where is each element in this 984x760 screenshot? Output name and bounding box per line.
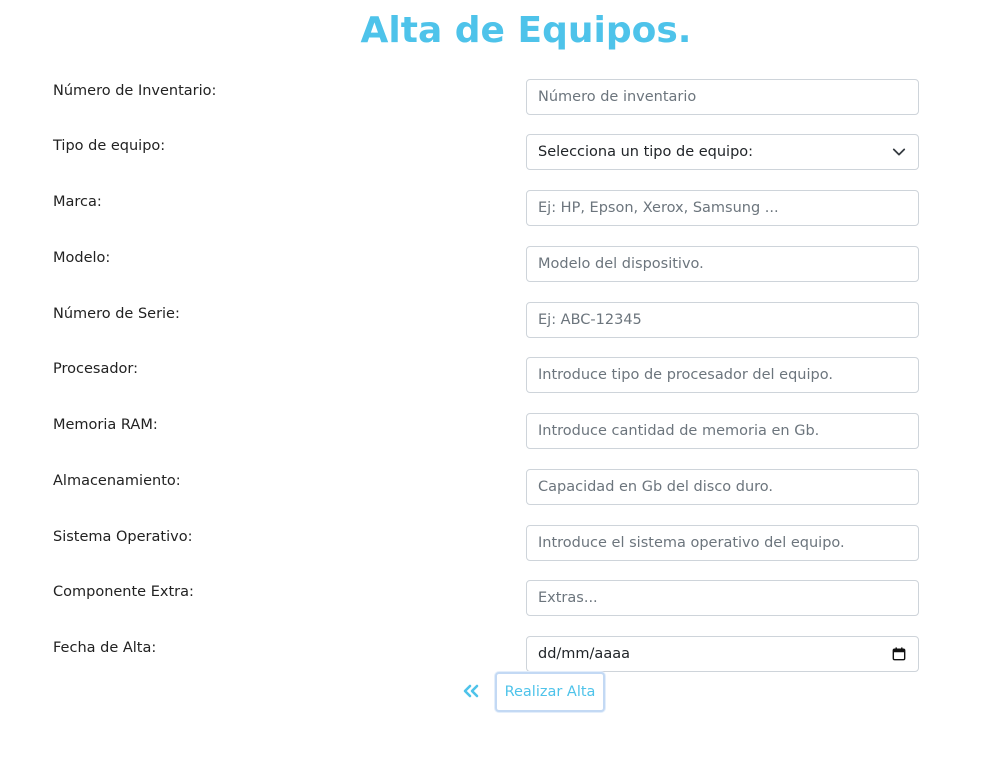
extra-input[interactable]: [526, 580, 919, 616]
form-row-serie: Número de Serie:: [0, 302, 984, 338]
tipo-label: Tipo de equipo:: [53, 138, 166, 154]
procesador-input[interactable]: [526, 357, 919, 393]
form-row-extra: Componente Extra:: [0, 580, 984, 616]
sistema-label: Sistema Operativo:: [53, 529, 193, 545]
inventario-input[interactable]: [526, 79, 919, 115]
form-row-procesador: Procesador:: [0, 357, 984, 393]
form-row-modelo: Modelo:: [0, 246, 984, 282]
ram-label: Memoria RAM:: [53, 417, 158, 433]
page: Alta de Equipos. Número de Inventario: T…: [0, 0, 984, 760]
serie-label: Número de Serie:: [53, 306, 180, 322]
sistema-input[interactable]: [526, 525, 919, 561]
form-row-fecha: Fecha de Alta: dd/mm/aaaa: [0, 636, 984, 672]
almacenamiento-label: Almacenamiento:: [53, 473, 181, 489]
form-row-almacenamiento: Almacenamiento:: [0, 469, 984, 505]
fecha-label: Fecha de Alta:: [53, 640, 157, 656]
tipo-equipo-select[interactable]: Selecciona un tipo de equipo:: [526, 134, 919, 170]
form-row-tipo: Tipo de equipo: Selecciona un tipo de eq…: [0, 134, 984, 170]
almacenamiento-input[interactable]: [526, 469, 919, 505]
marca-label: Marca:: [53, 194, 102, 210]
double-chevron-left-icon[interactable]: [462, 683, 480, 699]
calendar-icon[interactable]: [892, 647, 906, 661]
form-row-marca: Marca:: [0, 190, 984, 226]
tipo-equipo-selected: Selecciona un tipo de equipo:: [538, 144, 754, 160]
modelo-input[interactable]: [526, 246, 919, 282]
serie-input[interactable]: [526, 302, 919, 338]
form-row-ram: Memoria RAM:: [0, 413, 984, 449]
ram-input[interactable]: [526, 413, 919, 449]
modelo-label: Modelo:: [53, 250, 111, 266]
chevron-down-icon: [892, 148, 906, 156]
form-row-sistema: Sistema Operativo:: [0, 525, 984, 561]
fecha-value: dd/mm/aaaa: [538, 646, 630, 662]
inventario-label: Número de Inventario:: [53, 83, 217, 99]
submit-button[interactable]: Realizar Alta: [495, 672, 605, 712]
procesador-label: Procesador:: [53, 361, 139, 377]
form-row-inventario: Número de Inventario:: [0, 79, 984, 115]
page-title: Alta de Equipos.: [360, 10, 692, 51]
marca-input[interactable]: [526, 190, 919, 226]
extra-label: Componente Extra:: [53, 584, 194, 600]
fecha-input[interactable]: dd/mm/aaaa: [526, 636, 919, 672]
